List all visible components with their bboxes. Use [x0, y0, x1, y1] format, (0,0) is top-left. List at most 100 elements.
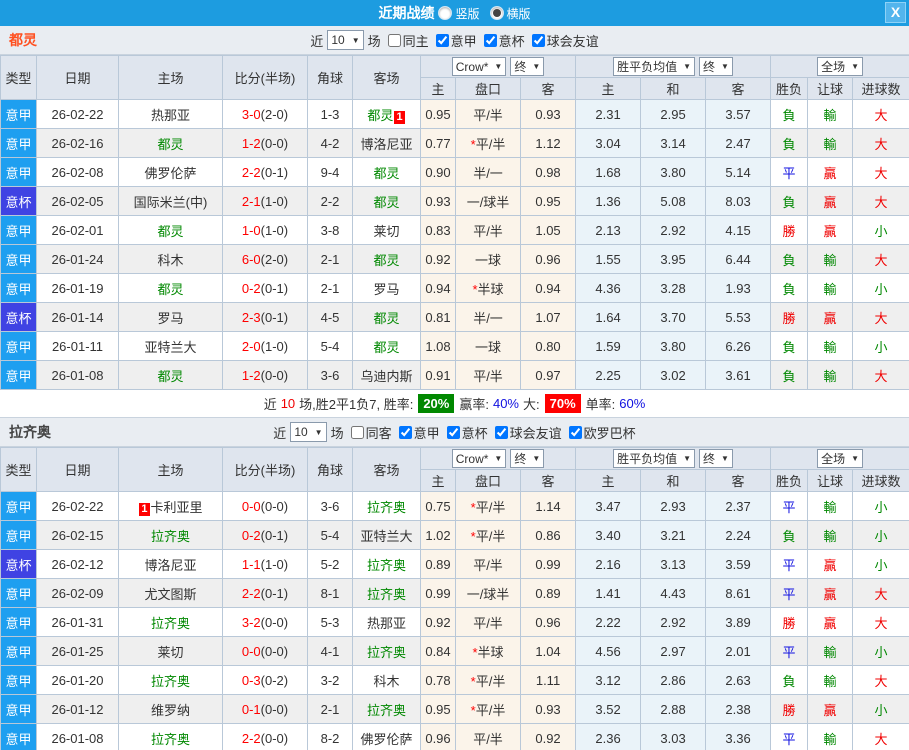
cell-away-team: 都灵: [352, 186, 421, 216]
filter-checkbox[interactable]: 欧罗巴杯: [562, 423, 636, 442]
cell-corner: 4-2: [307, 128, 353, 158]
radio-horizontal-layout[interactable]: 横版: [489, 5, 531, 22]
chevron-down-icon: ▼: [721, 454, 729, 463]
cell-date: 26-01-14: [36, 302, 119, 332]
cell-corner: 8-1: [307, 578, 353, 608]
checkbox-input[interactable]: [568, 425, 582, 439]
matches-label: 场: [330, 425, 344, 441]
cell-result-outcome: 負: [770, 273, 809, 303]
score-fulltime: 1-0: [241, 222, 261, 238]
team-link: 都灵: [373, 165, 400, 181]
odds-source-select[interactable]: Crow* ▼: [451, 449, 507, 468]
cell-result-handicap: 贏: [807, 302, 854, 332]
radio-vertical-layout[interactable]: 竖版: [438, 5, 480, 22]
cell-result-goals: 大: [852, 186, 909, 216]
team-link: 都灵: [373, 194, 400, 210]
checkbox-input[interactable]: [531, 33, 545, 47]
match-count-select[interactable]: 10 ▼: [290, 422, 327, 442]
table-row: 意甲 26-01-24 科木 6-0(2-0) 2-1 都灵 0.92 一球 0.96 1.55 3…: [0, 244, 909, 274]
summary-text: 60%: [619, 396, 646, 411]
cell-away-team: 都灵 1: [352, 99, 421, 129]
cell-date: 26-01-08: [36, 723, 119, 750]
cell-handicap: 平/半: [455, 360, 521, 390]
col-date: 日期: [36, 55, 119, 100]
cell-avg-home: 2.25: [575, 360, 642, 390]
cell-result-goals: 小: [852, 549, 909, 579]
checkbox-input[interactable]: [446, 425, 460, 439]
cell-avg-draw: 4.43: [640, 578, 707, 608]
cell-date: 26-02-12: [36, 549, 119, 579]
team-link: 亚特兰大: [144, 339, 197, 355]
cell-odds-home: 1.02: [420, 520, 456, 550]
table-row: 意甲 26-01-25 莱切 0-0(0-0) 4-1 拉齐奥 0.84 *半球 1.04 4.5…: [0, 636, 909, 666]
odds-state-select[interactable]: 终 ▼: [510, 449, 545, 468]
cell-result-outcome: 平: [770, 157, 809, 187]
scope-select[interactable]: 全场 ▼: [817, 57, 864, 76]
odds-group-header: Crow* ▼ 终 ▼: [419, 447, 577, 470]
checkbox-input[interactable]: [483, 33, 497, 47]
scope-select[interactable]: 全场 ▼: [817, 449, 864, 468]
cell-home-team: 佛罗伦萨: [118, 157, 223, 187]
team-link: 拉齐奥: [366, 499, 406, 515]
cell-odds-home: 0.92: [420, 607, 456, 637]
cell-corner: 2-2: [307, 186, 353, 216]
filter-checkbox[interactable]: 球会友谊: [488, 423, 562, 442]
cell-result-outcome: 勝: [770, 694, 809, 724]
score-halftime: (1-0): [260, 338, 289, 354]
team-link: 都灵: [157, 136, 184, 152]
cell-away-team: 热那亚: [352, 607, 421, 637]
checkbox-input[interactable]: [387, 33, 401, 47]
filter-checkbox[interactable]: 意甲: [429, 31, 477, 50]
close-icon[interactable]: X: [885, 2, 906, 23]
cell-avg-home: 3.47: [575, 491, 642, 521]
cell-avg-home: 4.56: [575, 636, 642, 666]
checkbox-label: 意杯: [461, 425, 488, 441]
checkbox-input[interactable]: [494, 425, 508, 439]
avg-state-select[interactable]: 终 ▼: [699, 449, 733, 468]
match-count-select[interactable]: 10 ▼: [327, 30, 364, 50]
checkbox-input[interactable]: [398, 425, 412, 439]
filter-checkbox[interactable]: 同客: [344, 423, 392, 442]
odds-state-select[interactable]: 终 ▼: [510, 57, 545, 76]
checkbox-input[interactable]: [350, 425, 364, 439]
cell-result-handicap: 輸: [807, 244, 854, 274]
checkbox-input[interactable]: [435, 33, 449, 47]
cell-home-team: 拉齐奥: [118, 607, 223, 637]
odds-source-select[interactable]: Crow* ▼: [451, 57, 507, 76]
cell-avg-away: 2.24: [705, 520, 772, 550]
cell-odds-home: 0.99: [420, 578, 456, 608]
checkbox-label: 同主: [402, 33, 429, 49]
col-avg-draw: 和: [640, 469, 707, 492]
cell-league-type: 意甲: [0, 636, 37, 666]
cell-avg-draw: 2.93: [640, 491, 707, 521]
cell-league-type: 意甲: [0, 491, 37, 521]
radio-circle-icon[interactable]: [438, 6, 453, 20]
cell-result-handicap: 輸: [807, 723, 854, 750]
cell-result-outcome: 平: [770, 578, 809, 608]
cell-date: 26-01-24: [36, 244, 119, 274]
odds-group-header: Crow* ▼ 终 ▼: [419, 55, 577, 78]
cell-score: 0-0(0-0): [222, 491, 308, 521]
filter-checkbox[interactable]: 意杯: [477, 31, 525, 50]
col-handicap-result: 让球: [807, 469, 854, 492]
radio-circle-icon[interactable]: [489, 6, 504, 20]
cell-result-handicap: 輸: [807, 636, 854, 666]
cell-avg-away: 4.15: [705, 215, 772, 245]
cell-avg-home: 2.31: [575, 99, 642, 129]
filter-checkbox[interactable]: 意甲: [392, 423, 440, 442]
odds-source-value: Crow*: [455, 59, 489, 74]
chevron-down-icon: ▼: [532, 62, 541, 71]
filter-checkbox[interactable]: 球会友谊: [525, 31, 599, 50]
avg-source-select[interactable]: 胜平负均值 ▼: [613, 57, 696, 76]
filter-checkbox[interactable]: 同主: [381, 31, 429, 50]
cell-result-handicap: 贏: [807, 607, 854, 637]
avg-state-select[interactable]: 终 ▼: [699, 57, 733, 76]
filter-checkbox[interactable]: 意杯: [440, 423, 488, 442]
cell-score: 2-2(0-1): [222, 157, 308, 187]
filter-row: 拉齐奥 近 10 ▼ 场 同客 意甲 意杯 球会友谊 欧罗巴杯: [0, 418, 909, 447]
cell-date: 26-01-08: [36, 360, 119, 390]
avg-source-select[interactable]: 胜平负均值 ▼: [613, 449, 696, 468]
cell-date: 26-01-31: [36, 607, 119, 637]
checkbox-label: 球会友谊: [509, 425, 562, 441]
cell-avg-home: 1.36: [575, 186, 642, 216]
